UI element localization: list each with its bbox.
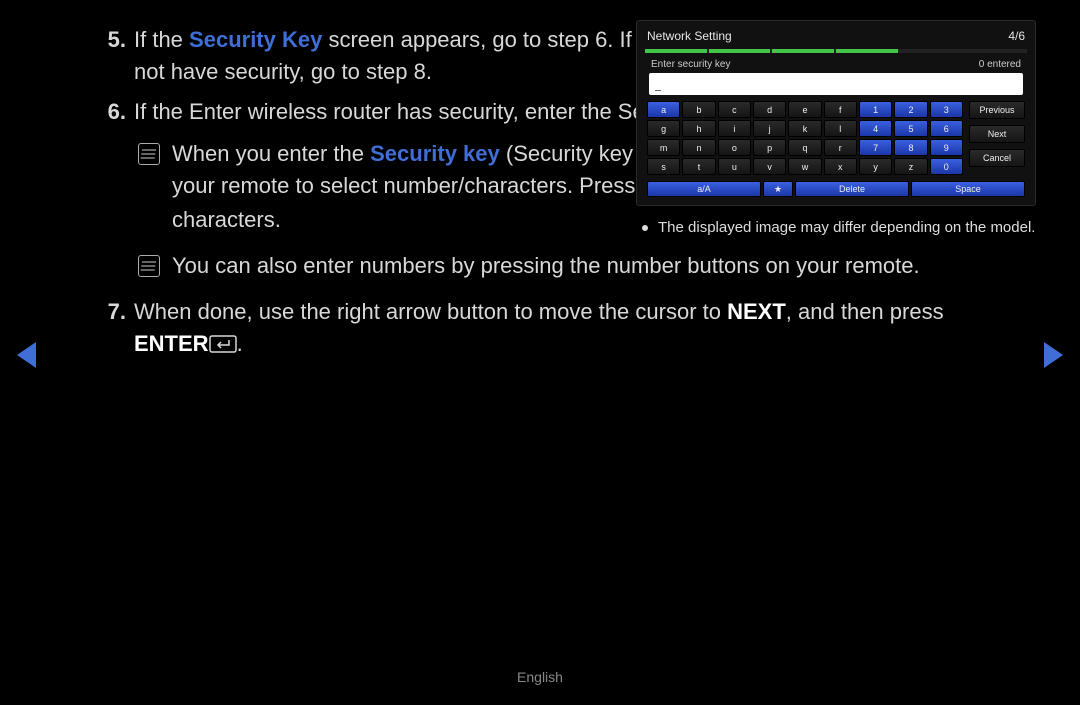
space-key[interactable]: Space [911,181,1025,197]
key-j[interactable]: j [753,120,786,137]
key-e[interactable]: e [788,101,821,118]
security-key-term: Security Key [189,27,322,52]
key-5[interactable]: 5 [894,120,927,137]
step-list-continued: 7. When done, use the right arrow button… [98,296,1008,362]
key-7[interactable]: 7 [859,139,892,156]
delete-key[interactable]: Delete [795,181,909,197]
function-row: a/A ★ Delete Space [647,181,1025,197]
key-s[interactable]: s [647,158,680,175]
key-g[interactable]: g [647,120,680,137]
note-icon [138,255,160,277]
key-x[interactable]: x [824,158,857,175]
panel: Network Setting 4/6 Enter security key 0… [636,20,1036,206]
key-3[interactable]: 3 [930,101,963,118]
security-key-input[interactable] [649,73,1023,95]
key-d[interactable]: d [753,101,786,118]
arrow-right-icon [1042,340,1066,370]
onscreen-keyboard: abcdef123 ghijkl456 mnopqr789 stuvwxyz0 [647,101,963,177]
progress-bar [645,49,1027,53]
key-8[interactable]: 8 [894,139,927,156]
security-key-term: Security key [370,141,500,166]
note-body: You can also enter numbers by pressing t… [172,250,1008,282]
next-page-arrow[interactable] [1042,340,1066,375]
side-buttons: Previous Next Cancel [969,101,1025,177]
panel-page: 4/6 [1008,29,1025,43]
key-9[interactable]: 9 [930,139,963,156]
key-w[interactable]: w [788,158,821,175]
network-setting-screenshot: Network Setting 4/6 Enter security key 0… [636,20,1036,238]
panel-header: Network Setting 4/6 [643,27,1029,49]
prev-page-arrow[interactable] [14,340,38,375]
step-number: 5. [98,24,126,56]
entered-count: 0 entered [979,59,1021,70]
key-p[interactable]: p [753,139,786,156]
key-f[interactable]: f [824,101,857,118]
note-icon [138,143,160,165]
bullet-icon [642,225,648,231]
key-y[interactable]: y [859,158,892,175]
key-0[interactable]: 0 [930,158,963,175]
enter-icon [209,330,237,362]
key-4[interactable]: 4 [859,120,892,137]
step-body: When done, use the right arrow button to… [134,296,1008,362]
caption: The displayed image may differ depending… [636,218,1036,238]
key-q[interactable]: q [788,139,821,156]
key-v[interactable]: v [753,158,786,175]
key-l[interactable]: l [824,120,857,137]
key-2[interactable]: 2 [894,101,927,118]
key-b[interactable]: b [682,101,715,118]
key-a[interactable]: a [647,101,680,118]
enter-term: ENTER [134,331,209,356]
key-z[interactable]: z [894,158,927,175]
field-label-row: Enter security key 0 entered [643,59,1029,70]
key-r[interactable]: r [824,139,857,156]
key-i[interactable]: i [718,120,751,137]
caption-text: The displayed image may differ depending… [658,218,1035,238]
next-term: NEXT [727,299,786,324]
panel-title: Network Setting [647,29,732,43]
key-m[interactable]: m [647,139,680,156]
language-footer: English [0,669,1080,685]
star-key[interactable]: ★ [763,181,793,197]
key-h[interactable]: h [682,120,715,137]
step-number: 7. [98,296,126,328]
note-2: You can also enter numbers by pressing t… [98,250,1008,282]
field-label: Enter security key [651,59,730,70]
key-k[interactable]: k [788,120,821,137]
key-u[interactable]: u [718,158,751,175]
cancel-button[interactable]: Cancel [969,149,1025,167]
keyboard-area: abcdef123 ghijkl456 mnopqr789 stuvwxyz0 Pre… [643,101,1029,177]
step-7: 7. When done, use the right arrow button… [98,296,1008,362]
key-n[interactable]: n [682,139,715,156]
manual-page: 5. If the Security Key screen appears, g… [0,0,1080,705]
next-button[interactable]: Next [969,125,1025,143]
key-o[interactable]: o [718,139,751,156]
key-t[interactable]: t [682,158,715,175]
key-c[interactable]: c [718,101,751,118]
key-1[interactable]: 1 [859,101,892,118]
case-toggle-key[interactable]: a/A [647,181,761,197]
step-number: 6. [98,96,126,128]
arrow-left-icon [14,340,38,370]
previous-button[interactable]: Previous [969,101,1025,119]
key-6[interactable]: 6 [930,120,963,137]
text-cursor [655,77,661,91]
